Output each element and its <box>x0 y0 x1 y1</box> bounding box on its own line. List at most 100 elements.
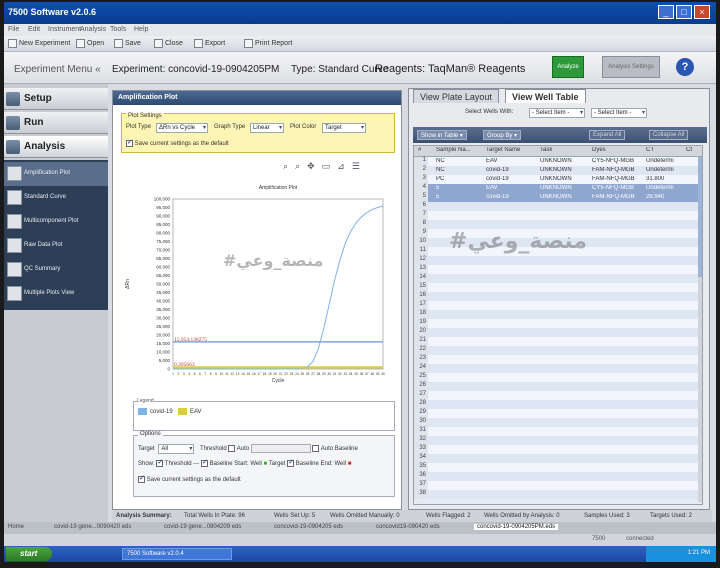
col-ct-2[interactable]: Ct <box>686 147 692 153</box>
threshold-input[interactable] <box>250 444 311 453</box>
table-row[interactable]: 34 <box>414 454 702 463</box>
plot-type-select[interactable]: ΔRn vs Cycle <box>156 123 208 133</box>
table-row[interactable]: 36 <box>414 472 702 481</box>
table-row[interactable]: 21 <box>414 337 702 346</box>
col-sample-name[interactable]: Sample Na... <box>436 147 471 153</box>
menu-tools[interactable]: Tools <box>110 26 126 33</box>
help-icon[interactable]: ? <box>676 58 694 76</box>
legend-item-eav[interactable]: EAV <box>178 408 202 415</box>
col-task[interactable]: Task <box>540 147 552 153</box>
nav-setup[interactable]: Setup <box>4 88 108 110</box>
open-button[interactable]: Open <box>76 39 104 48</box>
auto-baseline-checkbox[interactable] <box>312 445 320 452</box>
table-row[interactable]: 22 <box>414 346 702 355</box>
table-row[interactable]: 13 <box>414 265 702 274</box>
table-row[interactable]: 32 <box>414 436 702 445</box>
experiment-menu-label[interactable]: Experiment Menu « <box>14 64 101 75</box>
nav-analysis[interactable]: Analysis <box>4 136 108 158</box>
save-default-checkbox[interactable] <box>126 138 133 147</box>
select-item-2[interactable]: - Select Item - <box>591 108 647 118</box>
start-button[interactable]: start <box>6 547 52 561</box>
table-row[interactable]: 1 NC EAV UNKNOWN CY5-NFQ-MGB Undetermi <box>414 157 702 166</box>
close-button[interactable]: Close <box>154 39 183 48</box>
export-button[interactable]: Export <box>194 39 225 48</box>
table-scrollbar[interactable] <box>698 157 702 502</box>
table-row[interactable]: 5 5 covid-19 UNKNOWN FAM-NFQ-MGB 28.940 <box>414 193 702 202</box>
collapse-all-button[interactable]: Collapse All <box>649 130 689 140</box>
table-row[interactable]: 6 <box>414 202 702 211</box>
table-row[interactable]: 33 <box>414 445 702 454</box>
tab-plate-layout[interactable]: View Plate Layout <box>413 89 499 103</box>
table-row[interactable]: 4 5 EAV UNKNOWN CY5-NFQ-MGB Undetermi <box>414 184 702 193</box>
show-baseline-end-checkbox[interactable] <box>287 458 295 467</box>
subnav-standard-curve[interactable]: Standard Curve <box>4 186 108 210</box>
table-row[interactable]: 29 <box>414 409 702 418</box>
table-row[interactable]: 16 <box>414 292 702 301</box>
table-row[interactable]: 31 <box>414 427 702 436</box>
taskbar-app-button[interactable]: 7500 Software v2.0.4 <box>122 548 232 560</box>
subnav-amplification-plot[interactable]: Amplification Plot <box>4 162 108 186</box>
show-baseline-start-checkbox[interactable] <box>200 458 208 467</box>
col-target-name[interactable]: Target Name <box>486 147 520 153</box>
table-row[interactable]: 15 <box>414 283 702 292</box>
show-in-table-button[interactable]: Show in Table ▾ <box>417 130 467 140</box>
menu-edit[interactable]: Edit <box>28 26 40 33</box>
table-row[interactable]: 2 NC covid-19 UNKNOWN FAM-NFQ-MGB Undetermi <box>414 166 702 175</box>
menu-help[interactable]: Help <box>134 26 148 33</box>
table-scrollbar-thumb[interactable] <box>698 157 702 277</box>
col-ct[interactable]: CT <box>646 147 654 153</box>
file-tab-3[interactable]: concovid-19-0904205 eds <box>274 524 343 530</box>
print-report-button[interactable]: Print Report <box>244 39 292 48</box>
table-row[interactable]: 20 <box>414 328 702 337</box>
select-item-1[interactable]: - Select Item - <box>529 108 585 118</box>
table-row[interactable]: 37 <box>414 481 702 490</box>
target-select[interactable]: All <box>158 444 195 455</box>
legend-item-covid-19[interactable]: covid-19 <box>138 408 173 415</box>
subnav-raw-data-plot[interactable]: Raw Data Plot <box>4 234 108 258</box>
list-icon[interactable]: ☰ <box>352 161 360 172</box>
tab-well-table[interactable]: View Well Table <box>505 89 586 103</box>
expand-all-button[interactable]: Expand All <box>589 130 626 140</box>
table-row[interactable]: 26 <box>414 382 702 391</box>
table-row[interactable]: 7 <box>414 211 702 220</box>
auto-threshold-checkbox[interactable] <box>228 445 236 452</box>
save-button[interactable]: Save <box>114 39 141 48</box>
menu-analysis[interactable]: Analysis <box>80 26 106 33</box>
zoom-in-icon[interactable]: ⌕ <box>283 161 288 172</box>
subnav-multicomponent-plot[interactable]: Multicomponent Plot <box>4 210 108 234</box>
analyze-button[interactable]: Analyze <box>552 56 584 78</box>
table-row[interactable]: 38 <box>414 490 702 499</box>
subnav-multiple-plots-view[interactable]: Multiple Plots View <box>4 282 108 306</box>
table-row[interactable]: 14 <box>414 274 702 283</box>
show-threshold-checkbox[interactable] <box>156 458 164 467</box>
table-row[interactable]: 27 <box>414 391 702 400</box>
table-row[interactable]: 35 <box>414 463 702 472</box>
file-tab-2[interactable]: covid-19 gene...0904209 eds <box>164 524 241 530</box>
minimize-button[interactable]: _ <box>658 5 674 19</box>
maximize-button[interactable]: □ <box>676 5 692 19</box>
table-row[interactable]: 18 <box>414 310 702 319</box>
col-dyes[interactable]: Dyes <box>592 147 606 153</box>
zoom-out-icon[interactable]: ⌕ <box>295 161 300 172</box>
pan-icon[interactable]: ✥ <box>307 161 315 172</box>
file-tab-4[interactable]: concovid19-090420 eds <box>376 524 440 530</box>
table-row[interactable]: 23 <box>414 355 702 364</box>
table-row[interactable]: 12 <box>414 256 702 265</box>
table-row[interactable]: 24 <box>414 364 702 373</box>
chart-icon[interactable]: ⊿ <box>337 161 345 172</box>
plot-settings-tab[interactable]: Plot Settings <box>126 113 164 119</box>
close-window-button[interactable]: × <box>694 5 710 19</box>
table-row[interactable]: 30 <box>414 418 702 427</box>
menu-file[interactable]: File <box>8 26 19 33</box>
table-row[interactable]: 3 PC covid-19 UNKNOWN FAM-NFQ-MGB 31.800 <box>414 175 702 184</box>
new-experiment-button[interactable]: New Experiment <box>8 39 70 48</box>
file-tab-home[interactable]: Home <box>8 524 24 530</box>
plot-color-select[interactable]: Target <box>322 123 366 133</box>
table-row[interactable]: 17 <box>414 301 702 310</box>
select-icon[interactable]: ▭ <box>322 161 331 172</box>
subnav-qc-summary[interactable]: QC Summary <box>4 258 108 282</box>
file-tab-1[interactable]: covid-19 gene...0090420 eds <box>54 524 131 530</box>
group-by-button[interactable]: Group By ▾ <box>483 130 522 140</box>
table-row[interactable]: 25 <box>414 373 702 382</box>
nav-run[interactable]: Run <box>4 112 108 134</box>
